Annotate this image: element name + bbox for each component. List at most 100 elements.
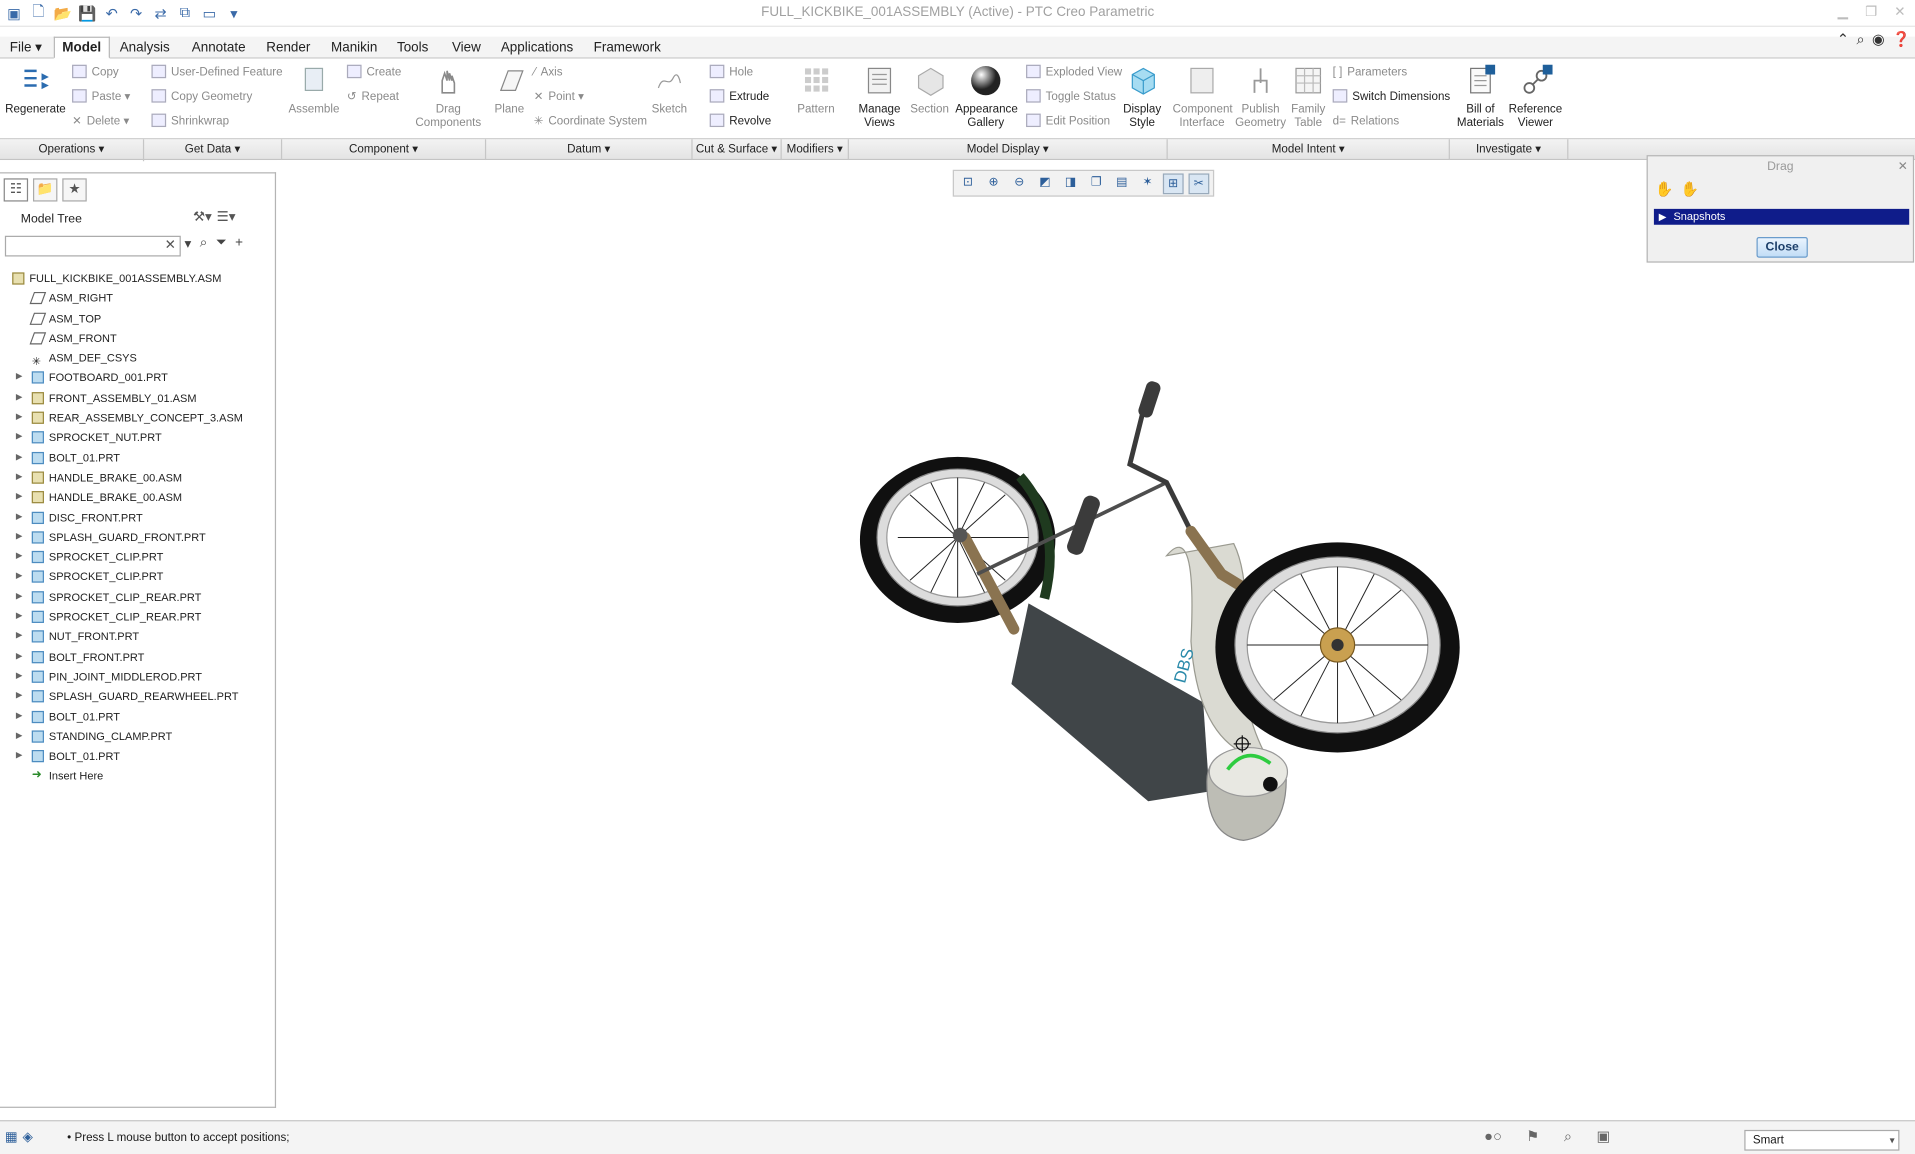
snapshots-section[interactable]: ▶ Snapshots <box>1653 208 1910 225</box>
kickbike-model[interactable]: DBS <box>277 160 1915 1116</box>
appearance-gallery-button[interactable]: Appearance Gallery <box>955 64 1018 129</box>
expand-arrow-icon[interactable]: ▶ <box>16 746 23 766</box>
tree-item[interactable]: ▶ FOOTBOARD_001.PRT <box>0 368 274 388</box>
revolve-button[interactable]: Revolve <box>709 112 771 132</box>
expand-arrow-icon[interactable]: ▶ <box>16 488 23 508</box>
selection-filter-icon[interactable]: ▣ <box>1597 1127 1611 1145</box>
body-drag-icon[interactable]: ✋ <box>1681 181 1699 198</box>
delete-button[interactable]: ✕ Delete ▾ <box>72 112 129 132</box>
expand-arrow-icon[interactable]: ▶ <box>16 627 23 647</box>
group-get-data[interactable]: Get Data ▾ <box>144 139 283 162</box>
selection-filter-dropdown[interactable]: Smart ▾ <box>1744 1129 1900 1151</box>
hole-button[interactable]: Hole <box>709 64 753 84</box>
browser-toggle-icon[interactable]: ◈ <box>22 1129 32 1145</box>
tab-annotate[interactable]: Annotate <box>183 37 254 59</box>
expand-arrow-icon[interactable]: ▶ <box>16 508 23 528</box>
tree-item[interactable]: ▶ SPROCKET_CLIP_REAR.PRT <box>0 607 274 627</box>
extrude-button[interactable]: Extrude <box>709 88 769 108</box>
tree-item[interactable]: ▶ SPROCKET_CLIP.PRT <box>0 547 274 567</box>
point-button[interactable]: ✕ Point ▾ <box>534 88 584 108</box>
tree-settings-icon[interactable]: ⚒▾ <box>193 209 212 225</box>
regenerate-button[interactable]: Regenerate <box>5 64 66 116</box>
view-manager-icon[interactable]: ▤ <box>1112 173 1133 194</box>
group-operations[interactable]: Operations ▾ <box>0 139 145 162</box>
repaint-icon[interactable]: ◩ <box>1035 173 1056 194</box>
tree-item[interactable]: ASM_RIGHT <box>0 289 274 309</box>
expand-arrow-icon[interactable]: ▶ <box>16 687 23 707</box>
tab-framework[interactable]: Framework <box>585 37 669 59</box>
model-tree-tab-icon[interactable]: ☷ <box>3 178 29 202</box>
udf-button[interactable]: User-Defined Feature <box>151 64 283 84</box>
tree-item[interactable]: ▶ SPROCKET_CLIP_REAR.PRT <box>0 587 274 607</box>
find-binoculars-icon[interactable]: ⌕ <box>200 236 208 252</box>
parameters-button[interactable]: [ ] Parameters <box>1333 64 1408 84</box>
flag-icon[interactable]: ⚑ <box>1526 1127 1539 1145</box>
tree-item[interactable]: ▶ BOLT_01.PRT <box>0 448 274 468</box>
toggle-status-button[interactable]: Toggle Status <box>1026 88 1116 108</box>
assemble-button[interactable]: Assemble <box>286 64 342 116</box>
switch-dimensions-button[interactable]: Switch Dimensions <box>1332 88 1450 108</box>
expand-arrow-icon[interactable]: ▶ <box>16 667 23 687</box>
tree-item[interactable]: ▶ DISC_FRONT.PRT <box>0 508 274 528</box>
favorites-tab-icon[interactable]: ★ <box>62 178 87 202</box>
tree-item[interactable]: ✳ ASM_DEF_CSYS <box>0 348 274 368</box>
expand-arrow-icon[interactable]: ▶ <box>16 408 23 428</box>
expand-arrow-icon[interactable]: ▶ <box>16 607 23 627</box>
tree-item[interactable]: ▶ BOLT_01.PRT <box>0 746 274 766</box>
drag-components-button[interactable]: Drag Components <box>415 64 481 129</box>
bill-of-materials-button[interactable]: Bill of Materials <box>1456 64 1505 129</box>
manage-views-button[interactable]: Manage Views <box>855 64 904 129</box>
group-model-intent[interactable]: Model Intent ▾ <box>1168 139 1450 162</box>
group-component[interactable]: Component ▾ <box>282 139 487 162</box>
tab-model[interactable]: Model <box>53 36 110 59</box>
paste-button[interactable]: Paste ▾ <box>72 88 130 108</box>
search-icon[interactable]: ⌕ <box>1856 31 1864 49</box>
navigator-toggle-icon[interactable]: ▦ <box>5 1129 18 1145</box>
sketch-button[interactable]: Sketch <box>650 64 689 116</box>
tree-item[interactable]: ▶ HANDLE_BRAKE_00.ASM <box>0 468 274 488</box>
tab-tools[interactable]: Tools <box>388 37 436 59</box>
expand-arrow-icon[interactable]: ▶ <box>16 388 23 408</box>
tree-item[interactable]: ▶ BOLT_FRONT.PRT <box>0 647 274 667</box>
tree-item[interactable]: ▶ SPROCKET_NUT.PRT <box>0 428 274 448</box>
spin-center-icon[interactable]: ✂ <box>1188 172 1210 194</box>
point-drag-icon[interactable]: ✋ <box>1655 181 1673 198</box>
clear-search-icon[interactable]: ✕ <box>165 237 176 253</box>
tree-search-field[interactable] <box>6 236 153 256</box>
group-model-display[interactable]: Model Display ▾ <box>849 139 1168 162</box>
help-icon[interactable]: ❓ <box>1892 31 1910 49</box>
graphics-area[interactable]: DBS <box>277 160 1915 1117</box>
tree-item[interactable]: ➜ Insert Here <box>0 766 274 786</box>
folder-browser-tab-icon[interactable]: 📁 <box>32 178 58 202</box>
coordinate-system-button[interactable]: ✳ Coordinate System <box>534 112 647 132</box>
minimize-icon[interactable]: ▁ <box>1838 4 1848 20</box>
zoom-in-icon[interactable]: ⊕ <box>983 173 1004 194</box>
publish-geometry-button[interactable]: Publish Geometry <box>1234 64 1288 129</box>
group-modifiers[interactable]: Modifiers ▾ <box>782 139 849 162</box>
exploded-view-button[interactable]: Exploded View <box>1026 64 1122 84</box>
refit-icon[interactable]: ⊡ <box>958 173 979 194</box>
tree-item[interactable]: ▶ BOLT_01.PRT <box>0 707 274 727</box>
tree-item[interactable]: ▶ SPLASH_GUARD_FRONT.PRT <box>0 528 274 548</box>
family-table-button[interactable]: Family Table <box>1290 64 1327 129</box>
axis-button[interactable]: ⁄ Axis <box>534 64 563 84</box>
component-interface-button[interactable]: Component Interface <box>1173 64 1233 129</box>
expand-arrow-icon[interactable]: ▶ <box>16 368 23 388</box>
display-style-icon[interactable]: ◨ <box>1060 173 1081 194</box>
tab-applications[interactable]: Applications <box>492 37 582 59</box>
expand-arrow-icon[interactable]: ▶ <box>16 587 23 607</box>
expand-arrow-icon[interactable]: ▶ <box>16 647 23 667</box>
expand-arrow-icon[interactable]: ▶ <box>16 448 23 468</box>
group-datum[interactable]: Datum ▾ <box>486 139 693 162</box>
relations-button[interactable]: d= Relations <box>1333 112 1400 132</box>
plane-button[interactable]: Plane <box>491 64 528 116</box>
expand-arrow-icon[interactable]: ▶ <box>16 727 23 747</box>
collapse-ribbon-icon[interactable]: ⌃ <box>1837 31 1849 49</box>
copy-button[interactable]: Copy <box>72 64 119 84</box>
tab-analysis[interactable]: Analysis <box>111 37 178 59</box>
search-options-icon[interactable]: ▾ <box>184 236 191 252</box>
tree-item[interactable]: ▶ FRONT_ASSEMBLY_01.ASM <box>0 388 274 408</box>
tab-manikin[interactable]: Manikin <box>322 37 385 59</box>
create-button[interactable]: Create <box>346 64 401 84</box>
tab-render[interactable]: Render <box>258 37 319 59</box>
